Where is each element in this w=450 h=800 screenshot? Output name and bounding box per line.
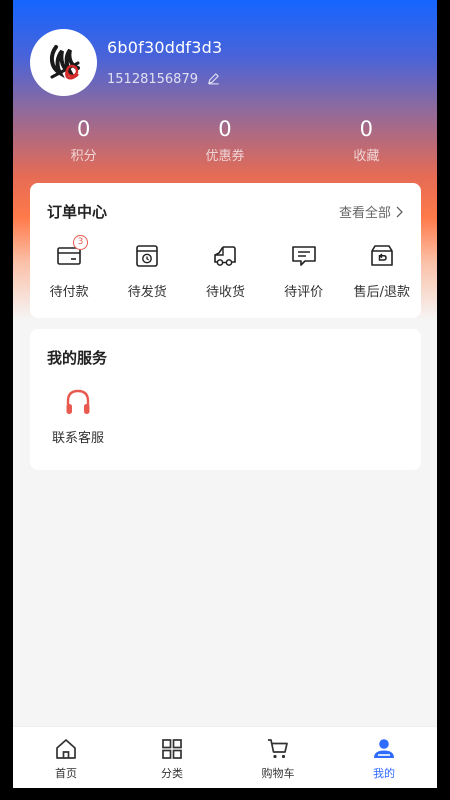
service-label: 联系客服 <box>51 431 104 446</box>
system-gesture-bar <box>13 788 437 800</box>
stat-coupons[interactable]: 0 优惠券 <box>154 114 295 164</box>
comment-icon <box>291 246 316 266</box>
pending-payment-badge: 3 <box>73 235 88 250</box>
tab-mine[interactable]: 我的 <box>331 727 437 788</box>
order-status-pending-payment[interactable]: 3 待付款 <box>30 235 108 300</box>
order-status-pending-receipt[interactable]: 待收货 <box>186 241 264 300</box>
cart-icon <box>268 739 288 759</box>
stat-points[interactable]: 0 积分 <box>13 114 154 164</box>
phone-number: 15128156879 <box>107 72 198 87</box>
user-icon <box>374 739 394 758</box>
tab-label: 我的 <box>373 767 395 780</box>
tab-label: 购物车 <box>261 767 295 780</box>
truck-icon <box>214 246 237 266</box>
stats-row: 0 积分 0 优惠券 0 收藏 <box>13 114 437 164</box>
stat-value: 0 <box>218 117 232 141</box>
stat-label: 优惠券 <box>205 149 245 164</box>
tab-category[interactable]: 分类 <box>119 727 225 788</box>
order-status-label: 待收货 <box>205 285 245 300</box>
avatar[interactable] <box>30 29 97 96</box>
service-contact-support[interactable]: 联系客服 <box>47 385 109 446</box>
tab-home[interactable]: 首页 <box>13 727 119 788</box>
order-status-label: 待评价 <box>284 285 324 300</box>
order-status-pending-review[interactable]: 待评价 <box>265 241 343 300</box>
home-icon <box>56 739 76 759</box>
order-status-pending-shipment[interactable]: 待发货 <box>108 241 186 300</box>
avatar-logo-icon <box>49 44 80 79</box>
tab-cart[interactable]: 购物车 <box>225 727 331 788</box>
chevron-right-icon <box>396 206 403 217</box>
my-services-card: 我的服务 联系客服 <box>30 329 421 470</box>
package-icon <box>136 245 159 267</box>
order-status-label: 待付款 <box>49 285 89 300</box>
stat-value: 0 <box>359 117 373 141</box>
edit-icon[interactable] <box>207 70 220 89</box>
headset-icon <box>66 389 90 414</box>
order-center-title: 订单中心 <box>47 203 108 221</box>
refund-icon <box>371 245 393 266</box>
app-screen: 6b0f30ddf3d3 15128156879 0 积分 0 优惠券 0 收藏… <box>13 0 437 800</box>
tab-label: 分类 <box>161 767 183 780</box>
stat-label: 收藏 <box>353 149 380 164</box>
order-status-after-sales[interactable]: 售后/退款 <box>343 241 421 300</box>
tab-label: 首页 <box>55 767 77 780</box>
phone-row: 15128156879 <box>107 70 220 89</box>
order-status-list: 3 待付款 待发货 待收货 待评价 售后/退款 <box>30 235 421 300</box>
order-center-card: 订单中心 查看全部 3 待付款 待发货 待收货 待评价 售后/退款 <box>30 183 421 318</box>
order-status-label: 待发货 <box>127 285 167 300</box>
stat-favorites[interactable]: 0 收藏 <box>296 114 437 164</box>
my-services-title: 我的服务 <box>47 349 108 367</box>
view-all-label: 查看全部 <box>338 206 391 221</box>
grid-icon <box>162 739 182 759</box>
bottom-tab-bar: 首页 分类 购物车 我的 <box>13 726 437 788</box>
stat-label: 积分 <box>70 149 97 164</box>
stat-value: 0 <box>76 117 91 141</box>
order-status-label: 售后/退款 <box>353 285 411 300</box>
view-all-orders-link[interactable]: 查看全部 <box>339 202 403 221</box>
username: 6b0f30ddf3d3 <box>107 38 223 57</box>
